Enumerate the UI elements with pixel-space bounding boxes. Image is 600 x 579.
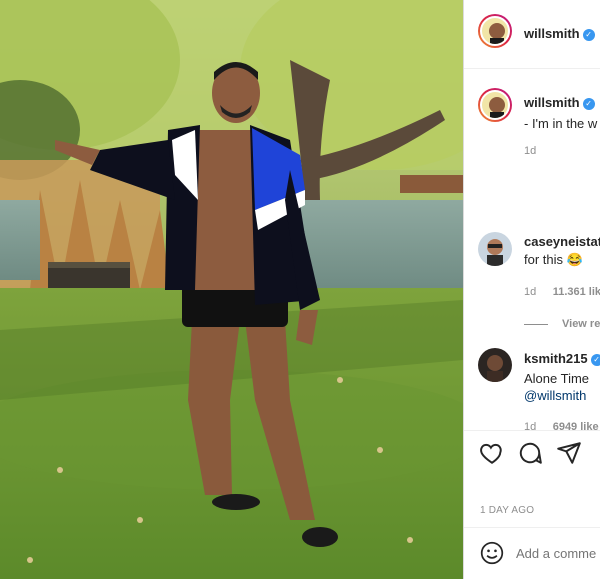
verified-badge-icon: ✓ (590, 354, 600, 366)
heart-icon[interactable] (479, 440, 505, 466)
avatar-face-icon (487, 239, 503, 266)
caption-row: willsmith ✓ - I'm in the w 1d (478, 88, 597, 157)
comment-avatar[interactable] (478, 232, 512, 266)
post-header: willsmith ✓ (478, 14, 595, 48)
post-view: willsmith ✓ willsmith ✓ - I'm in the w 1d (0, 0, 600, 579)
comment-avatar[interactable] (478, 348, 512, 382)
comment-likes[interactable]: 11.361 lik (553, 286, 600, 298)
comment-text: Alone Time (524, 371, 590, 386)
header-username[interactable]: willsmith (524, 26, 580, 41)
header-avatar[interactable] (478, 14, 512, 48)
view-replies-link[interactable]: View re (562, 318, 600, 330)
comment-icon[interactable] (517, 440, 543, 466)
add-comment-input[interactable] (516, 543, 600, 563)
caption-avatar[interactable] (478, 88, 512, 122)
avatar-face-icon (487, 355, 503, 382)
caption-time: 1d (524, 145, 537, 157)
comment-time: 1d (524, 421, 537, 433)
post-photo[interactable] (0, 0, 463, 579)
caption-text: - I'm in the w (524, 116, 598, 131)
verified-badge-icon: ✓ (582, 29, 595, 41)
avatar-face-icon (489, 23, 505, 44)
avatar-face-icon (489, 97, 505, 118)
comment-item: caseyneistat for this 😂 1d 11.361 lik Vi… (478, 232, 600, 330)
post-image (0, 0, 463, 579)
header-divider (464, 68, 600, 69)
comment-box-divider (464, 527, 600, 528)
caption-username[interactable]: willsmith (524, 95, 580, 110)
comment-mention-link[interactable]: @willsmith (524, 388, 600, 403)
comment-time: 1d (524, 286, 537, 298)
post-date: 1 DAY AGO (480, 505, 535, 516)
replies-line (524, 323, 548, 325)
comment-likes[interactable]: 6949 like (553, 421, 599, 433)
actions-divider (464, 430, 600, 431)
comment-username[interactable]: ksmith215 (524, 351, 588, 366)
emoji-icon[interactable] (479, 540, 505, 566)
verified-badge-icon: ✓ (582, 98, 595, 110)
post-side-panel: willsmith ✓ willsmith ✓ - I'm in the w 1d (463, 0, 600, 579)
share-icon[interactable] (556, 440, 582, 466)
comment-username[interactable]: caseyneistat (524, 234, 600, 249)
comment-text: for this 😂 (524, 252, 583, 267)
comment-item: ksmith215 ✓ Alone Time @willsmith 1d 6949… (478, 348, 600, 435)
